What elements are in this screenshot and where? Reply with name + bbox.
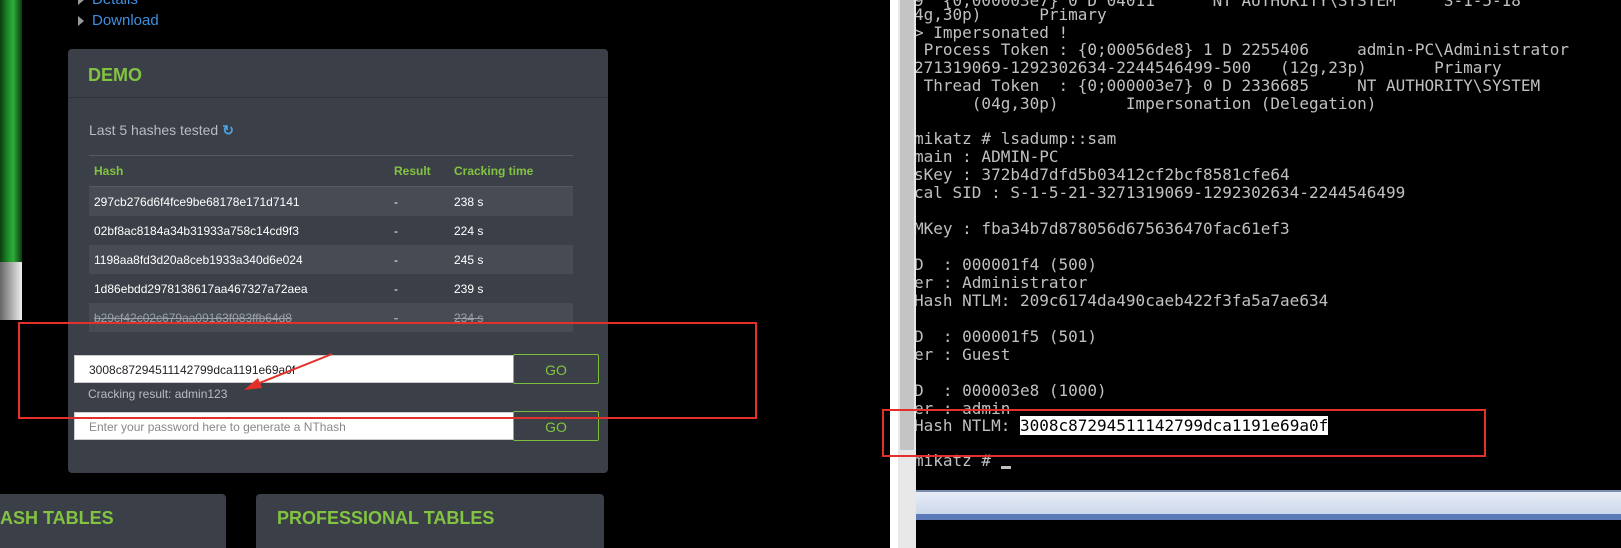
console-line: sKey : 372b4d7dfd5b03412cf2bcf8581cfe64 bbox=[916, 165, 1290, 184]
table-row: 02bf8ac8184a34b31933a758c14cd9f3 - 224 s bbox=[89, 216, 573, 245]
nav-details-label: Details bbox=[92, 0, 138, 8]
cell-time: 239 s bbox=[449, 274, 573, 303]
console-line: 271319069-1292302634-2244546499-500 (12g… bbox=[916, 58, 1502, 77]
hash-table: Hash Result Cracking time 297cb276d6f4fc… bbox=[89, 155, 573, 332]
console-line: D : 000001f4 (500) bbox=[916, 255, 1098, 274]
cell-result: - bbox=[389, 216, 449, 245]
console-line: main : ADMIN-PC bbox=[916, 147, 1059, 166]
console-line: Process Token : {0;00056de8} 1 D 2255406… bbox=[916, 40, 1570, 59]
web-page: Details Download DEMO Last 5 hashes test… bbox=[0, 0, 890, 548]
cell-result: - bbox=[389, 186, 449, 216]
panel-divider bbox=[68, 97, 608, 98]
console-line: (04g,30p) Impersonation (Delegation) bbox=[916, 94, 1377, 113]
highlight-box bbox=[18, 322, 757, 419]
highlight-box-ntlm bbox=[882, 409, 1486, 457]
col-result: Result bbox=[389, 155, 449, 187]
caret-right-icon bbox=[78, 0, 84, 6]
console-line: er : Guest bbox=[916, 345, 1011, 364]
cell-hash: 02bf8ac8184a34b31933a758c14cd9f3 bbox=[89, 216, 389, 245]
professional-tables-card[interactable]: PROFESSIONAL TABLES bbox=[256, 494, 604, 548]
nav-link-details[interactable]: Details bbox=[78, 0, 138, 8]
console-line: mikatz # lsadump::sam bbox=[916, 129, 1117, 148]
console-line: D : 000003e8 (1000) bbox=[916, 381, 1107, 400]
professional-tables-title: PROFESSIONAL TABLES bbox=[277, 508, 495, 528]
console-line: Hash NTLM: 209c6174da490caeb422f3fa5a7ae… bbox=[916, 291, 1329, 310]
col-cracking-time: Cracking time bbox=[449, 155, 573, 187]
window-gap bbox=[890, 0, 898, 548]
cell-result: - bbox=[389, 274, 449, 303]
last5-label-row: Last 5 hashes tested ↻ bbox=[89, 122, 234, 139]
console-horizontal-scrollbar[interactable] bbox=[916, 490, 1621, 516]
console-line: MKey : fba34b7d878056d675636470fac61ef3 bbox=[916, 219, 1290, 238]
caret-right-icon bbox=[78, 16, 84, 27]
cell-hash: 297cb276d6f4fce9be68178e171d7141 bbox=[89, 186, 389, 216]
console-scrollbar-thumb[interactable] bbox=[900, 0, 914, 450]
demo-title: DEMO bbox=[88, 65, 142, 85]
background-image bbox=[0, 0, 22, 320]
table-row: 1d86ebdd2978138617aa467327a72aea - 239 s bbox=[89, 274, 573, 303]
col-hash: Hash bbox=[89, 155, 389, 187]
arrow-annotation bbox=[244, 353, 333, 390]
cell-time: 224 s bbox=[449, 216, 573, 245]
cell-hash: 1d86ebdd2978138617aa467327a72aea bbox=[89, 274, 389, 303]
console-line: er : Administrator bbox=[916, 273, 1088, 292]
cell-time: 245 s bbox=[449, 245, 573, 274]
console-line: cal SID : S-1-5-21-3271319069-1292302634… bbox=[916, 183, 1406, 202]
console-line: Thread Token : {0;000003e7} 0 D 2336685 … bbox=[916, 76, 1541, 95]
text-cursor bbox=[1000, 466, 1011, 469]
nav-download-label: Download bbox=[92, 12, 159, 29]
hash-tables-card[interactable]: ASH TABLES bbox=[0, 494, 226, 548]
cell-result: - bbox=[389, 245, 449, 274]
console-line: 4g,30p) Primary bbox=[916, 5, 1107, 24]
refresh-icon[interactable]: ↻ bbox=[222, 122, 234, 138]
hash-tables-title: ASH TABLES bbox=[0, 508, 114, 528]
cell-time: 238 s bbox=[449, 186, 573, 216]
last5-label: Last 5 hashes tested bbox=[89, 122, 219, 138]
table-row: 1198aa8fd3d20a8ceb1933a340d6e024 - 245 s bbox=[89, 245, 573, 274]
table-row: 297cb276d6f4fce9be68178e171d7141 - 238 s bbox=[89, 186, 573, 216]
cell-hash: 1198aa8fd3d20a8ceb1933a340d6e024 bbox=[89, 245, 389, 274]
nav-link-download[interactable]: Download bbox=[78, 12, 159, 29]
console-line: D : 000001f5 (501) bbox=[916, 327, 1098, 346]
console-window-frame bbox=[916, 514, 1621, 520]
table-header-row: Hash Result Cracking time bbox=[89, 155, 573, 187]
